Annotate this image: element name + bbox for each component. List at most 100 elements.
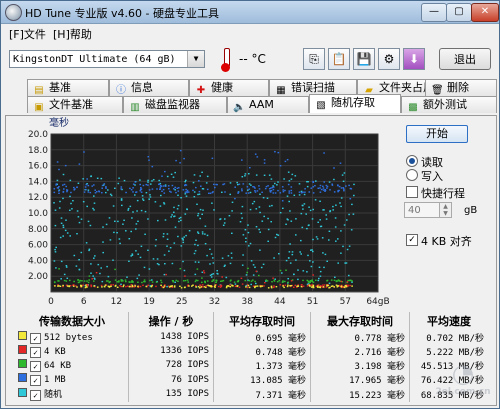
data-point <box>149 194 151 196</box>
data-point <box>231 232 233 234</box>
data-point <box>211 157 214 159</box>
data-point <box>283 178 285 180</box>
data-point <box>262 197 265 199</box>
data-point <box>160 279 162 282</box>
save-button[interactable]: 💾 <box>353 48 375 70</box>
data-point <box>92 275 94 277</box>
download-button[interactable]: ⬇ <box>403 48 425 70</box>
chevron-down-icon[interactable]: ▼ <box>187 51 204 67</box>
data-point <box>263 162 266 164</box>
data-point <box>182 239 184 241</box>
data-point <box>176 187 179 189</box>
spin-up-icon[interactable]: ▲ <box>439 203 451 210</box>
title-bar[interactable]: HD Tune 专业版 v4.60 - 硬盘专业工具 — ▢ ✕ <box>1 1 499 24</box>
data-point <box>345 262 348 264</box>
data-point <box>187 191 190 193</box>
data-point <box>272 192 275 194</box>
data-point <box>195 186 197 189</box>
data-point <box>203 272 206 274</box>
menu-help[interactable]: [H]帮助 <box>53 26 92 42</box>
series-checkbox[interactable]: ✓ <box>30 346 41 358</box>
data-point <box>353 194 355 197</box>
data-point <box>310 265 313 268</box>
data-point <box>57 280 59 282</box>
temperature-value: -- <box>239 52 248 66</box>
tab-disk-monitor[interactable]: ▥ 磁盘监视器 <box>123 96 227 113</box>
data-point <box>81 280 83 282</box>
tab-random-access[interactable]: ▧ 随机存取 <box>309 94 401 113</box>
data-point <box>73 285 75 287</box>
data-point <box>320 188 323 191</box>
data-point <box>206 234 209 237</box>
data-point <box>323 152 325 154</box>
menu-file[interactable]: [F]文件 <box>9 26 46 42</box>
tab-aam[interactable]: 🔈 AAM <box>227 96 309 113</box>
copy-screenshot-button[interactable]: 📋 <box>328 48 350 70</box>
data-point <box>91 185 93 187</box>
data-point <box>302 208 304 210</box>
data-point <box>151 279 153 281</box>
data-point <box>174 186 176 189</box>
data-point <box>287 278 289 280</box>
data-point <box>343 188 345 190</box>
series-checkbox[interactable]: ✓ <box>30 375 41 387</box>
data-point <box>328 282 331 284</box>
data-point <box>68 285 71 288</box>
data-point <box>281 281 284 283</box>
tab-benchmark[interactable]: ▤ 基准 <box>27 79 109 96</box>
data-point <box>241 159 243 161</box>
data-point <box>312 286 315 289</box>
series-checkbox[interactable]: ✓ <box>30 360 41 372</box>
data-point <box>324 190 326 192</box>
table-row: ✓ 64 KB 728 IOPS 1.373 毫秒 3.198 毫秒 45.513… <box>16 358 488 373</box>
data-point <box>182 189 185 191</box>
y-tick-label: 2.00 <box>28 272 48 282</box>
data-point <box>129 205 132 208</box>
exit-button[interactable]: 退出 <box>439 48 491 70</box>
data-point <box>210 253 213 255</box>
align-4kb-checkbox[interactable]: ✓ <box>406 234 418 246</box>
write-radio[interactable]: 写入 <box>406 168 496 183</box>
series-checkbox[interactable]: ✓ <box>30 390 41 402</box>
data-point <box>216 270 218 272</box>
data-point <box>86 205 88 208</box>
data-point <box>65 265 68 267</box>
tab-extra-tests[interactable]: ▩ 额外测试 <box>401 96 497 113</box>
tab-info[interactable]: ⓘ 信息 <box>109 79 189 96</box>
data-point <box>199 175 201 177</box>
data-point <box>159 188 161 190</box>
spin-down-icon[interactable]: ▼ <box>439 210 451 217</box>
data-point <box>312 192 315 194</box>
data-point <box>174 226 177 228</box>
options-button[interactable]: ⚙ <box>378 48 400 70</box>
quick-stroke-checkbox[interactable] <box>406 186 418 198</box>
data-point <box>250 260 253 262</box>
data-point <box>180 245 183 247</box>
data-point <box>288 180 291 182</box>
minimize-button[interactable]: — <box>421 3 447 22</box>
data-point <box>177 190 180 192</box>
copy-text-button[interactable]: ⎘ <box>303 48 325 70</box>
data-point <box>58 186 60 188</box>
tab-health[interactable]: ✚ 健康 <box>189 79 269 96</box>
data-point <box>225 276 228 279</box>
quick-stroke-size-spinner[interactable]: 40 ▲ ▼ <box>404 202 452 218</box>
data-point <box>241 205 244 208</box>
data-point <box>170 173 173 175</box>
data-point <box>247 189 249 191</box>
start-button[interactable]: 开始 <box>406 125 468 143</box>
data-point <box>295 259 297 261</box>
data-point <box>326 187 328 189</box>
maximize-button[interactable]: ▢ <box>446 3 472 22</box>
tab-file-benchmark[interactable]: ▣ 文件基准 <box>27 96 123 113</box>
data-point <box>248 188 251 190</box>
data-point <box>312 208 314 211</box>
data-point <box>142 184 145 187</box>
tab-erase[interactable]: 🗑 删除 <box>425 79 497 96</box>
read-radio[interactable]: 读取 <box>406 154 496 169</box>
data-point <box>307 281 310 283</box>
drive-select[interactable]: KingstonDT Ultimate (64 gB) ▼ <box>9 50 205 68</box>
data-point <box>282 285 284 287</box>
series-checkbox[interactable]: ✓ <box>30 332 41 344</box>
close-button[interactable]: ✕ <box>471 3 499 22</box>
